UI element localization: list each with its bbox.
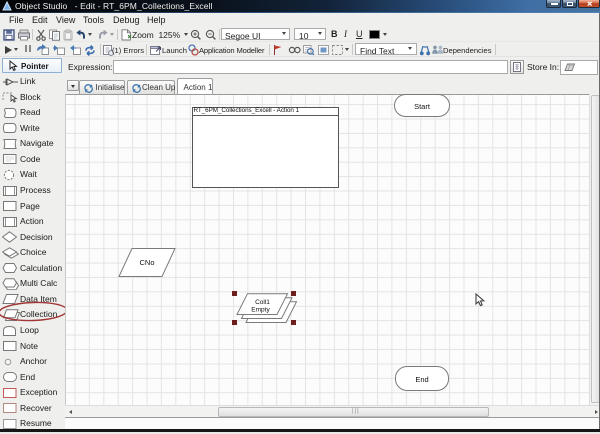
svg-text:CNo: CNo: [139, 258, 154, 267]
svg-text:Empty: Empty: [251, 307, 270, 314]
svg-text:Coll1: Coll1: [255, 299, 270, 306]
